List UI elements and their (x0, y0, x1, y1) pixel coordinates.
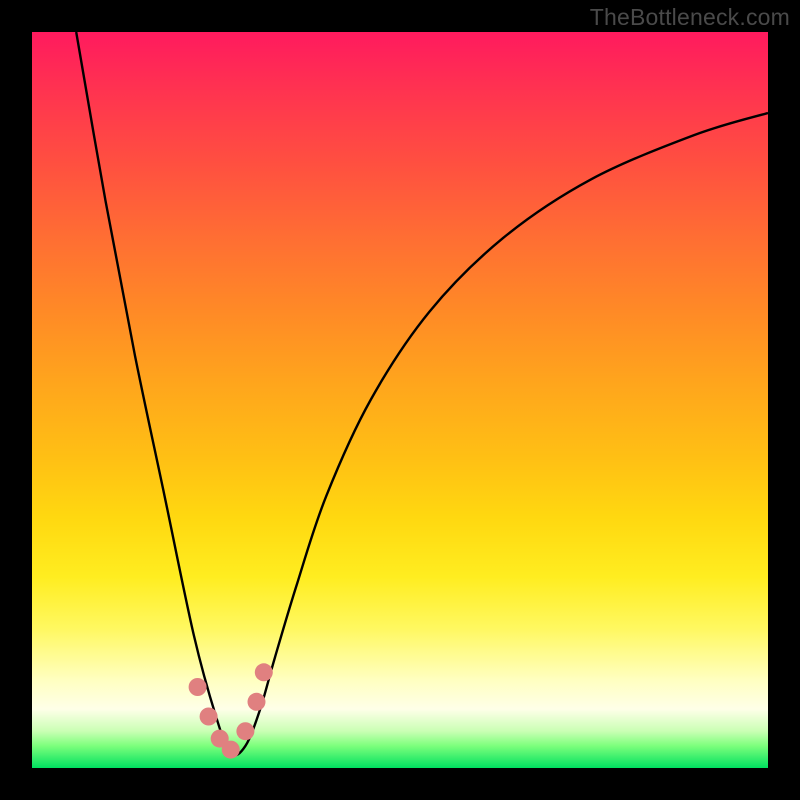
marker-point (189, 678, 207, 696)
marker-point (222, 741, 240, 759)
chart-frame: TheBottleneck.com (0, 0, 800, 800)
curve-layer (32, 32, 768, 768)
bottleneck-curve (76, 32, 768, 755)
attribution-text: TheBottleneck.com (590, 4, 790, 31)
marker-point (255, 663, 273, 681)
marker-point (200, 708, 218, 726)
marker-point (236, 722, 254, 740)
marker-point (248, 693, 266, 711)
plot-area (32, 32, 768, 768)
